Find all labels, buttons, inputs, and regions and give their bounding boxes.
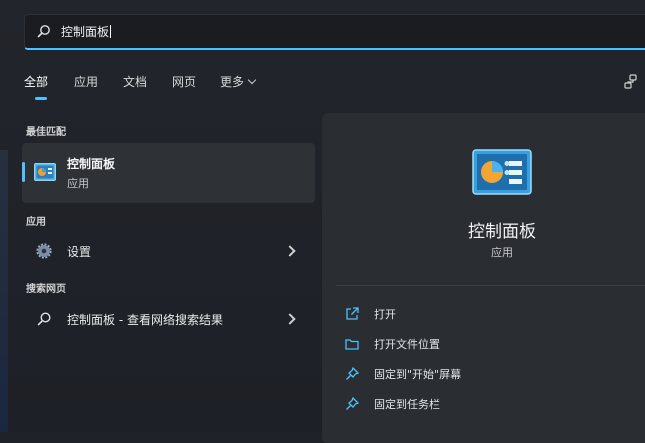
action-label: 固定到"开始"屏幕 <box>374 368 462 381</box>
detail-panel: 控制面板 应用 打开 打开文件位置 固定到"开始"屏幕 固定到任务栏 <box>322 113 645 443</box>
action-label: 固定到任务栏 <box>374 398 440 411</box>
pin-icon <box>346 366 360 380</box>
app-item-label: 设置 <box>67 245 92 259</box>
action-pin-to-start[interactable]: 固定到"开始"屏幕 <box>344 363 634 385</box>
apps-header: 应用 <box>26 217 46 228</box>
chevron-down-icon <box>247 75 257 85</box>
active-tab-indicator <box>35 97 47 100</box>
action-label: 打开 <box>374 308 396 321</box>
action-pin-to-taskbar[interactable]: 固定到任务栏 <box>344 393 634 415</box>
action-label: 打开文件位置 <box>374 338 440 351</box>
tab-more-label: 更多 <box>220 75 245 89</box>
chevron-right-icon[interactable] <box>284 313 296 325</box>
best-match-header: 最佳匹配 <box>26 127 66 138</box>
control-panel-icon <box>34 163 56 181</box>
divider <box>336 285 645 286</box>
search-box[interactable]: 控制面板 <box>24 14 645 50</box>
text-caret <box>110 25 112 38</box>
desktop-edge <box>0 150 8 432</box>
tab-all[interactable]: 全部 <box>24 74 48 90</box>
search-icon <box>37 312 51 326</box>
web-search-header: 搜索网页 <box>26 284 66 295</box>
best-match-item[interactable]: 控制面板 应用 <box>22 143 315 203</box>
best-match-title: 控制面板 <box>67 157 116 171</box>
selection-indicator <box>22 162 25 182</box>
search-input[interactable]: 控制面板 <box>61 24 112 40</box>
app-item-settings[interactable]: 设置 <box>22 235 315 267</box>
folder-icon <box>345 339 359 350</box>
network-icon[interactable] <box>622 73 640 91</box>
web-search-label: 控制面板 - 查看网络搜索结果 <box>67 313 223 327</box>
settings-gear-icon <box>36 243 52 259</box>
open-external-icon <box>346 307 359 320</box>
web-search-item[interactable]: 控制面板 - 查看网络搜索结果 <box>22 303 315 335</box>
chevron-right-icon[interactable] <box>284 245 296 257</box>
action-open-file-location[interactable]: 打开文件位置 <box>344 333 634 355</box>
control-panel-icon <box>472 149 532 195</box>
action-open[interactable]: 打开 <box>344 303 634 325</box>
search-icon <box>37 25 50 38</box>
tab-more[interactable]: 更多 <box>220 74 257 90</box>
tab-documents[interactable]: 文档 <box>123 74 147 90</box>
detail-title: 控制面板 <box>468 222 536 242</box>
pin-icon <box>346 396 360 410</box>
detail-type: 应用 <box>491 246 513 259</box>
tab-apps[interactable]: 应用 <box>74 74 98 90</box>
tab-web[interactable]: 网页 <box>172 74 196 90</box>
best-match-type: 应用 <box>67 177 89 190</box>
